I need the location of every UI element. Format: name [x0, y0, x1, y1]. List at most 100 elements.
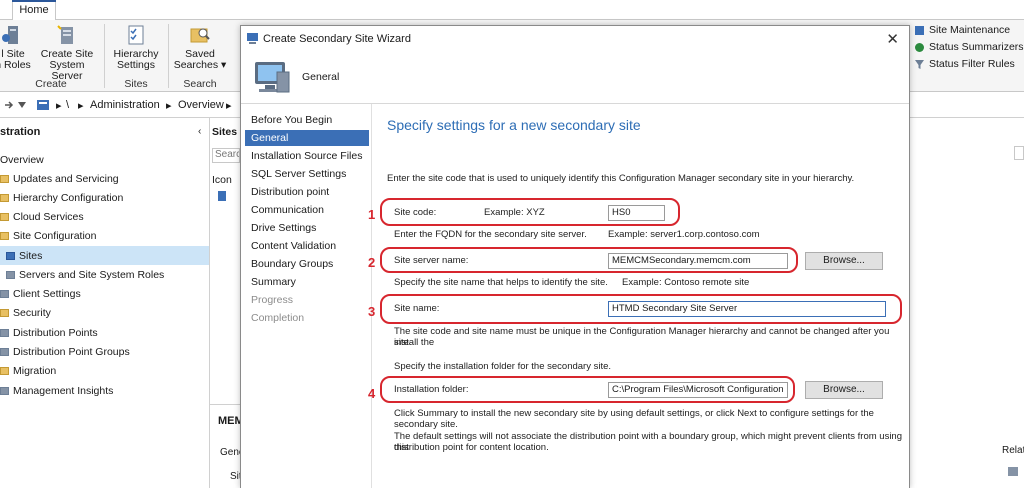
- step-installation-source-files[interactable]: Installation Source Files: [245, 148, 369, 164]
- maintenance-icon: [915, 25, 924, 35]
- breadcrumb-sep-arrow: ▸: [166, 100, 172, 112]
- hierarchy-settings-button[interactable]: Hierarchy Settings: [108, 20, 164, 71]
- right-pane: Relate: [910, 118, 1024, 488]
- nav-item-servers-and-site-system-roles[interactable]: Servers and Site System Roles: [0, 265, 209, 284]
- step-summary[interactable]: Summary: [245, 274, 369, 290]
- group-create-label: Create: [35, 78, 67, 90]
- site-row-icon[interactable]: [218, 191, 226, 201]
- distribution-point-icon: [0, 328, 9, 337]
- server-icon: [6, 270, 15, 279]
- chevron-down-icon[interactable]: [18, 102, 26, 108]
- page-title: Specify settings for a new secondary sit…: [387, 117, 641, 133]
- folder-search-icon: [190, 28, 210, 43]
- folder-icon: [0, 174, 9, 183]
- status-filter-rules-label: Status Filter Rules: [929, 58, 1015, 70]
- step-communication[interactable]: Communication: [245, 202, 369, 218]
- nav-item-client-settings[interactable]: Client Settings: [0, 284, 209, 303]
- browse-folder-button[interactable]: Browse...: [805, 381, 883, 399]
- step-content-validation[interactable]: Content Validation: [245, 238, 369, 254]
- nav-item-label: Sites: [19, 249, 43, 262]
- step-distribution-point[interactable]: Distribution point: [245, 184, 369, 200]
- step-completion: Completion: [251, 312, 305, 324]
- wizard-header-title: General: [302, 71, 340, 83]
- breadcrumb-overview[interactable]: Overview: [178, 99, 224, 111]
- nav-item-site-configuration[interactable]: Site Configuration: [0, 226, 209, 245]
- checklist-icon: [128, 25, 144, 45]
- filter-icon: [915, 59, 924, 69]
- site-name-hint: Specify the site name that helps to iden…: [394, 277, 608, 288]
- callout-number: 3: [368, 304, 376, 319]
- group-sites-label: Sites: [124, 78, 148, 90]
- related-object-icon[interactable]: [1006, 464, 1020, 478]
- callout-ring: [380, 198, 680, 226]
- wizard-header: General: [241, 52, 909, 104]
- nav-item-overview[interactable]: Overview: [0, 150, 209, 169]
- server-icon: [57, 25, 73, 44]
- step-before-you-begin[interactable]: Before You Begin: [245, 112, 369, 128]
- related-objects-label: Relate: [1002, 445, 1024, 456]
- fqdn-example: Example: server1.corp.contoso.com: [608, 229, 760, 240]
- forward-arrow-icon[interactable]: [4, 100, 14, 110]
- folder-icon: [0, 308, 9, 317]
- nav-item-label: Management Insights: [13, 384, 114, 397]
- intro-text: Enter the site code that is used to uniq…: [387, 173, 855, 184]
- settings-icon: [0, 289, 9, 298]
- breadcrumb-administration[interactable]: Administration: [90, 99, 160, 111]
- computer-icon: [255, 62, 290, 93]
- nav-item-management-insights[interactable]: Management Insights: [0, 381, 209, 400]
- callout-number: 1: [368, 207, 376, 222]
- nav-item-updates-and-servicing[interactable]: Updates and Servicing: [0, 169, 209, 188]
- nav-item-label: Distribution Point Groups: [13, 345, 130, 358]
- breadcrumb-root[interactable]: \: [66, 99, 69, 111]
- step-progress: Progress: [251, 294, 294, 306]
- hierarchy-settings-label-2: Settings: [117, 59, 155, 71]
- nav-item-migration[interactable]: Migration: [0, 361, 209, 380]
- breadcrumb-sep-arrow: ▸: [78, 100, 84, 112]
- folder-icon: [0, 212, 9, 221]
- icon-column-header[interactable]: Icon: [212, 174, 232, 186]
- ribbon-tabbar: Home: [0, 0, 1024, 20]
- wizard-titlebar: Create Secondary Site Wizard ✕: [241, 26, 909, 52]
- saved-searches-button[interactable]: Saved Searches ▾: [172, 20, 228, 71]
- status-summarizers-link[interactable]: Status Summarizers: [914, 41, 1024, 53]
- wizard-app-icon: [247, 33, 258, 44]
- nav-item-label: Overview: [0, 153, 44, 166]
- nav-item-distribution-point-groups[interactable]: Distribution Point Groups: [0, 342, 209, 361]
- nav-item-cloud-services[interactable]: Cloud Services: [0, 207, 209, 226]
- nav-item-label: Client Settings: [13, 287, 81, 300]
- status-filter-rules-link[interactable]: Status Filter Rules: [914, 58, 1015, 70]
- search-button[interactable]: [1014, 146, 1024, 160]
- navigation-pane: stration ‹ Overview Updates and Servicin…: [0, 118, 210, 488]
- create-site-system-server-button[interactable]: Create Site System Server: [34, 20, 100, 82]
- search-input[interactable]: Search: [212, 148, 240, 163]
- callout-number: 4: [368, 386, 376, 401]
- site-maintenance-link[interactable]: Site Maintenance: [914, 24, 1010, 36]
- nav-item-sites[interactable]: Sites: [0, 246, 209, 265]
- ribbon-separator: [104, 24, 105, 88]
- nav-item-label: Cloud Services: [13, 210, 84, 223]
- collapse-pane-icon[interactable]: ‹: [198, 126, 201, 137]
- wizard-steps: Before You Begin General Installation So…: [241, 104, 371, 488]
- step-general[interactable]: General: [245, 130, 369, 146]
- add-site-roles-button[interactable]: l Site n Roles: [0, 20, 32, 71]
- nav-item-label: Site Configuration: [13, 229, 97, 242]
- summary-note: Click Summary to install the new seconda…: [394, 408, 874, 430]
- tab-home[interactable]: Home: [12, 0, 56, 20]
- saved-searches-label-2: Searches ▾: [173, 59, 227, 71]
- step-drive-settings[interactable]: Drive Settings: [245, 220, 369, 236]
- step-boundary-groups[interactable]: Boundary Groups: [245, 256, 369, 272]
- status-summarizers-label: Status Summarizers: [929, 41, 1024, 53]
- browse-server-button[interactable]: Browse...: [805, 252, 883, 270]
- nav-item-hierarchy-configuration[interactable]: Hierarchy Configuration: [0, 188, 209, 207]
- summarizer-icon: [915, 42, 924, 52]
- folder-icon: [0, 193, 9, 202]
- close-icon[interactable]: ✕: [886, 30, 899, 48]
- site-maintenance-label: Site Maintenance: [929, 24, 1011, 36]
- step-sql-server-settings[interactable]: SQL Server Settings: [245, 166, 369, 182]
- nav-item-distribution-points[interactable]: Distribution Points: [0, 323, 209, 342]
- nav-item-label: Servers and Site System Roles: [19, 268, 165, 281]
- fqdn-hint: Enter the FQDN for the secondary site se…: [394, 229, 587, 240]
- nav-item-security[interactable]: Security: [0, 303, 209, 322]
- callout-ring: [380, 294, 902, 324]
- add-site-roles-label-2: n Roles: [0, 59, 31, 71]
